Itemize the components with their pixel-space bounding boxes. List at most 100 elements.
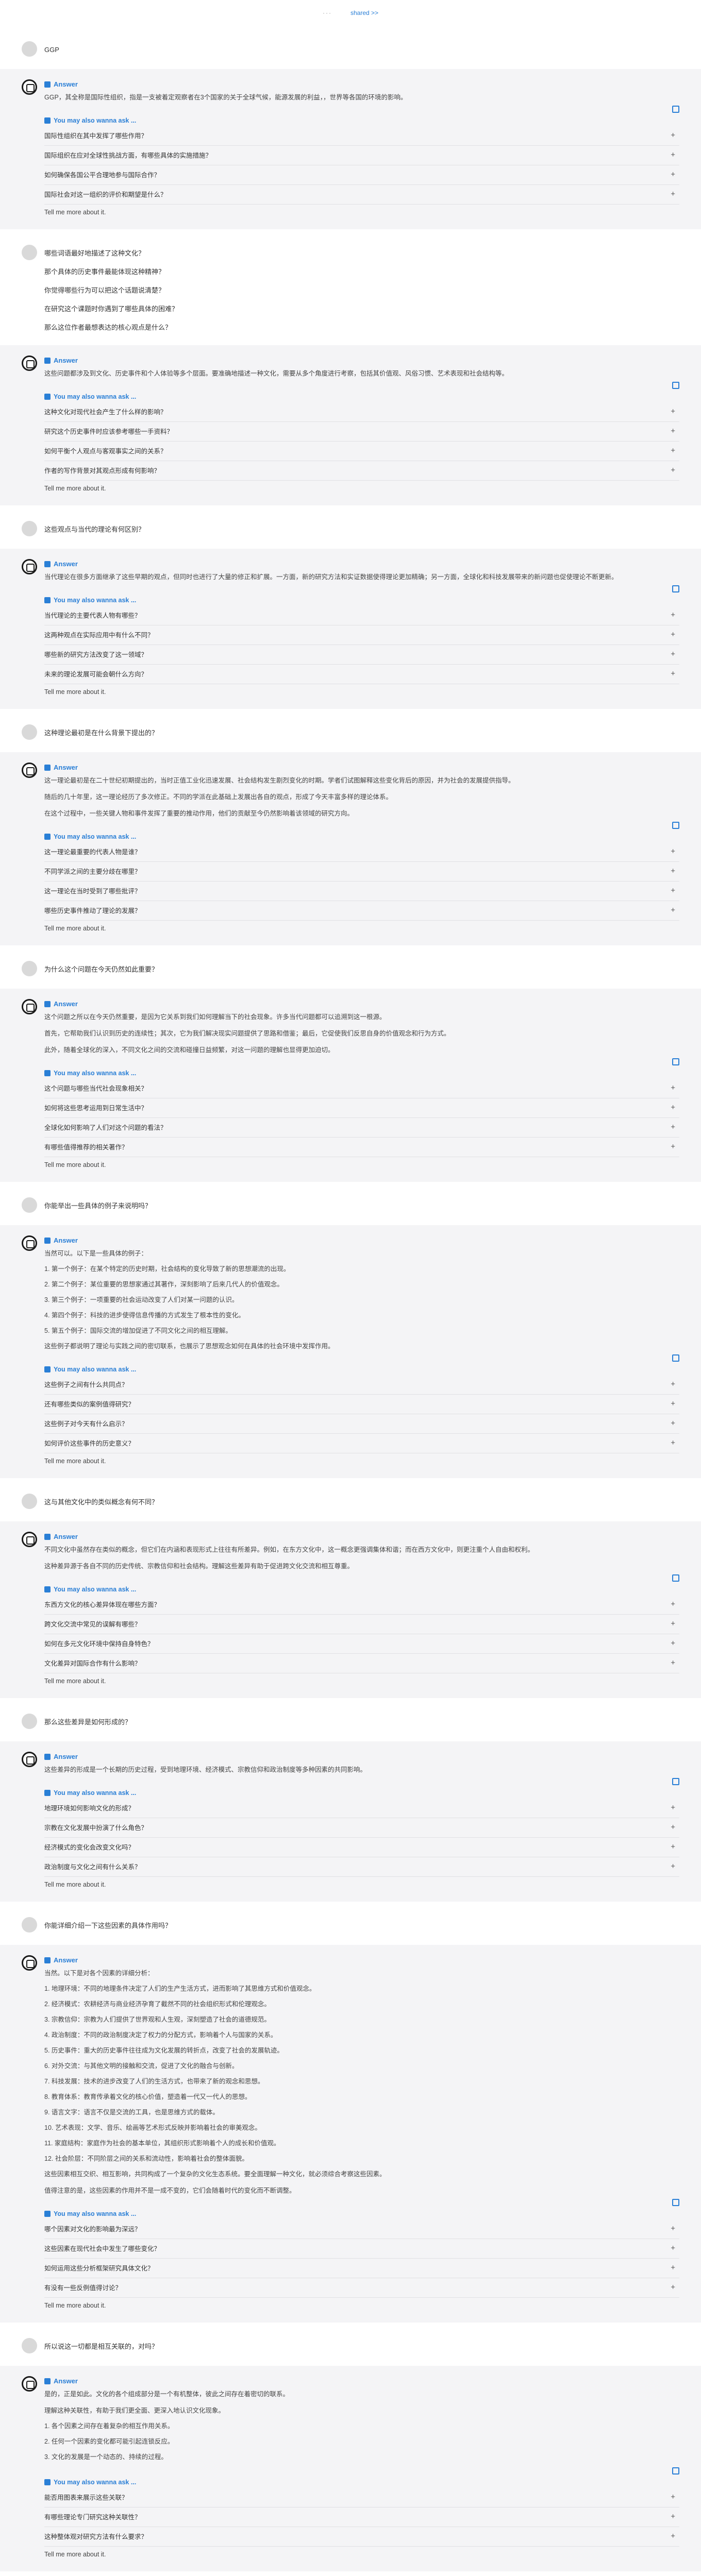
plus-icon[interactable]: + (671, 669, 675, 678)
plus-icon[interactable]: + (671, 611, 675, 619)
suggestion-item[interactable]: 这些例子对今天有什么启示？ + (44, 1414, 679, 1434)
suggestion-item[interactable]: 有哪些理论专门研究这种关联性？ + (44, 2507, 679, 2527)
copy-icon[interactable] (672, 2199, 679, 2206)
tell-more-link[interactable]: Tell me more about it. (44, 684, 679, 696)
suggestion-item[interactable]: 哪些新的研究方法改变了这一领域？ + (44, 645, 679, 665)
copy-icon[interactable] (672, 382, 679, 389)
suggestion-item[interactable]: 国际社会对这一组织的评价和期望是什么？ + (44, 185, 679, 205)
suggestion-item[interactable]: 这两种观点在实际应用中有什么不同？ + (44, 625, 679, 645)
suggestion-item[interactable]: 作者的写作背景对其观点形成有何影响？ + (44, 461, 679, 481)
suggestion-item[interactable]: 经济模式的变化会改变文化吗？ + (44, 1838, 679, 1857)
tell-more-link[interactable]: Tell me more about it. (44, 481, 679, 492)
copy-icon[interactable] (672, 1778, 679, 1785)
plus-icon[interactable]: + (671, 1103, 675, 1112)
suggestion-item[interactable]: 如何确保各国公平合理地参与国际合作？ + (44, 165, 679, 185)
plus-icon[interactable]: + (671, 407, 675, 416)
plus-icon[interactable]: + (671, 190, 675, 198)
plus-icon[interactable]: + (671, 2244, 675, 2252)
suggestion-item[interactable]: 这些例子之间有什么共同点？ + (44, 1375, 679, 1395)
tell-more-link[interactable]: Tell me more about it. (44, 205, 679, 216)
plus-icon[interactable]: + (671, 170, 675, 179)
suggestion-item[interactable]: 这个问题与哪些当代社会现象相关？ + (44, 1079, 679, 1098)
suggestion-item[interactable]: 文化差异对国际合作有什么影响？ + (44, 1654, 679, 1673)
plus-icon[interactable]: + (671, 1142, 675, 1151)
suggestion-item[interactable]: 东西方文化的核心差异体现在哪些方面？ + (44, 1595, 679, 1615)
plus-icon[interactable]: + (671, 1639, 675, 1648)
plus-icon[interactable]: + (671, 1399, 675, 1408)
plus-icon[interactable]: + (671, 886, 675, 895)
plus-icon[interactable]: + (671, 847, 675, 856)
copy-icon[interactable] (672, 1574, 679, 1582)
suggestion-item[interactable]: 如何将这些思考运用到日常生活中？ + (44, 1098, 679, 1118)
suggestion-item[interactable]: 哪些历史事件推动了理论的发展？ + (44, 901, 679, 921)
plus-icon[interactable]: + (671, 446, 675, 455)
plus-icon[interactable]: + (671, 1419, 675, 1428)
plus-icon[interactable]: + (671, 630, 675, 639)
tell-more-link[interactable]: Tell me more about it. (44, 1877, 679, 1888)
suggestion-item[interactable]: 国际组织在应对全球性挑战方面，有哪些具体的实施措施？ + (44, 146, 679, 165)
tell-more-link[interactable]: Tell me more about it. (44, 2547, 679, 2558)
suggestion-item[interactable]: 这一理论最重要的代表人物是谁？ + (44, 842, 679, 862)
suggestion-item[interactable]: 哪个因素对文化的影响最为深远？ + (44, 2219, 679, 2239)
suggestion-item[interactable]: 有没有一些反例值得讨论？ + (44, 2278, 679, 2298)
tell-more-link[interactable]: Tell me more about it. (44, 1453, 679, 1465)
suggestion-item[interactable]: 当代理论的主要代表人物有哪些？ + (44, 606, 679, 625)
suggestion-item[interactable]: 政治制度与文化之间有什么关系？ + (44, 1857, 679, 1877)
suggestion-item[interactable]: 这一理论在当时受到了哪些批评？ + (44, 882, 679, 901)
suggestion-item[interactable]: 如何评价这些事件的历史意义？ + (44, 1434, 679, 1453)
plus-icon[interactable]: + (671, 650, 675, 658)
suggestion-item[interactable]: 地理环境如何影响文化的形成？ + (44, 1799, 679, 1818)
plus-icon[interactable]: + (671, 1083, 675, 1092)
plus-icon[interactable]: + (671, 1803, 675, 1812)
suggestion-item[interactable]: 这种整体观对研究方法有什么要求？ + (44, 2527, 679, 2547)
copy-icon[interactable] (672, 2467, 679, 2475)
plus-icon[interactable]: + (671, 2263, 675, 2272)
suggestion-item[interactable]: 未来的理论发展可能会朝什么方向？ + (44, 665, 679, 684)
suggestion-item[interactable]: 能否用图表来展示这些关联？ + (44, 2488, 679, 2507)
tell-more-link[interactable]: Tell me more about it. (44, 2298, 679, 2309)
plus-icon[interactable]: + (671, 1658, 675, 1667)
suggestion-item[interactable]: 有哪些值得推荐的相关著作？ + (44, 1138, 679, 1157)
plus-icon[interactable]: + (671, 427, 675, 435)
copy-icon[interactable] (672, 822, 679, 829)
plus-icon[interactable]: + (671, 1600, 675, 1608)
suggestion-item[interactable]: 还有哪些类似的案例值得研究？ + (44, 1395, 679, 1414)
plus-icon[interactable]: + (671, 150, 675, 159)
suggestion-item[interactable]: 如何运用这些分析框架研究具体文化？ + (44, 2259, 679, 2278)
tell-more-link[interactable]: Tell me more about it. (44, 1673, 679, 1685)
suggestion-item[interactable]: 全球化如何影响了人们对这个问题的看法？ + (44, 1118, 679, 1138)
tell-more-link[interactable]: Tell me more about it. (44, 921, 679, 932)
suggestion-item[interactable]: 如何在多元文化环境中保持自身特色？ + (44, 1634, 679, 1654)
tell-more-link[interactable]: Tell me more about it. (44, 1157, 679, 1168)
plus-icon[interactable]: + (671, 867, 675, 875)
suggestion-item[interactable]: 研究这个历史事件时应该参考哪些一手资料？ + (44, 422, 679, 442)
plus-icon[interactable]: + (671, 466, 675, 474)
plus-icon[interactable]: + (671, 1823, 675, 1832)
plus-icon[interactable]: + (671, 131, 675, 140)
copy-icon[interactable] (672, 1354, 679, 1362)
more-icon[interactable]: ··· (323, 9, 332, 16)
plus-icon[interactable]: + (671, 906, 675, 914)
plus-icon[interactable]: + (671, 1842, 675, 1851)
plus-icon[interactable]: + (671, 2224, 675, 2233)
plus-icon[interactable]: + (671, 2532, 675, 2540)
plus-icon[interactable]: + (671, 1380, 675, 1388)
suggestion-item[interactable]: 不同学派之间的主要分歧在哪里？ + (44, 862, 679, 882)
suggestion-item[interactable]: 宗教在文化发展中扮演了什么角色？ + (44, 1818, 679, 1838)
suggestion-item[interactable]: 如何平衡个人观点与客观事实之间的关系？ + (44, 442, 679, 461)
suggestion-item[interactable]: 这种文化对现代社会产生了什么样的影响？ + (44, 402, 679, 422)
suggestion-item[interactable]: 跨文化交流中常见的误解有哪些？ + (44, 1615, 679, 1634)
suggestion-item[interactable]: 这些因素在现代社会中发生了哪些变化？ + (44, 2239, 679, 2259)
plus-icon[interactable]: + (671, 2512, 675, 2521)
plus-icon[interactable]: + (671, 2493, 675, 2501)
plus-icon[interactable]: + (671, 1438, 675, 1447)
plus-icon[interactable]: + (671, 1619, 675, 1628)
suggestion-item[interactable]: 国际性组织在其中发挥了哪些作用？ + (44, 126, 679, 146)
copy-icon[interactable] (672, 585, 679, 592)
plus-icon[interactable]: + (671, 1862, 675, 1871)
plus-icon[interactable]: + (671, 2283, 675, 2292)
shared-link[interactable]: shared >> (350, 9, 378, 16)
copy-icon[interactable] (672, 1058, 679, 1065)
copy-icon[interactable] (672, 106, 679, 113)
plus-icon[interactable]: + (671, 1123, 675, 1131)
